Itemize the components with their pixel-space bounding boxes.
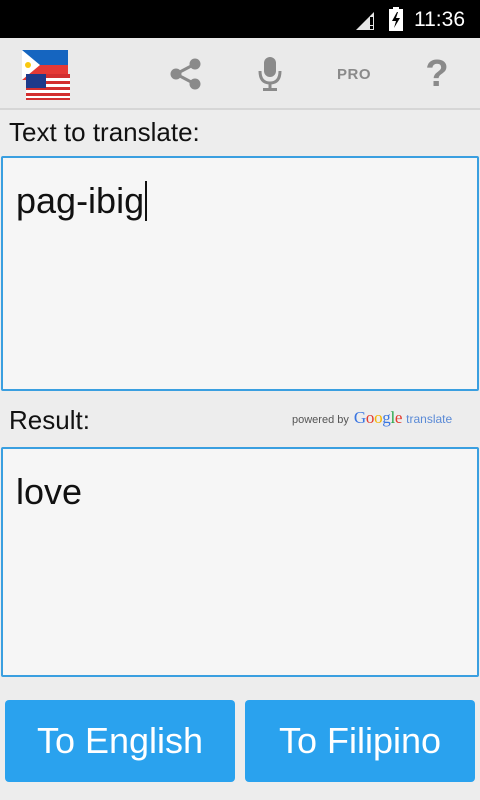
powered-by-text: powered by (292, 414, 349, 426)
share-button[interactable] (160, 46, 212, 102)
source-text-wrap: pag-ibig (16, 180, 148, 222)
help-button[interactable]: ? (414, 46, 460, 102)
signal-icon (356, 12, 374, 30)
translate-text: translate (406, 412, 453, 426)
result-text: love (16, 471, 83, 512)
result-label: Result: (9, 405, 90, 435)
microphone-icon (258, 57, 282, 91)
share-icon (170, 58, 201, 90)
result-text-output[interactable]: love (1, 447, 479, 677)
to-english-button[interactable]: To English (5, 700, 235, 782)
battery-charging-icon (389, 7, 403, 31)
source-label: Text to translate: (9, 117, 200, 147)
source-text: pag-ibig (16, 180, 145, 221)
action-bar: PRO ? (0, 38, 480, 110)
pro-button[interactable]: PRO (326, 46, 382, 102)
powered-by-google-translate: powered by Google translate (292, 408, 452, 430)
google-logo: Google (353, 408, 403, 427)
status-time: 11:36 (414, 8, 465, 31)
source-text-input[interactable]: pag-ibig (1, 156, 479, 391)
text-cursor (145, 181, 148, 221)
flags-ph-us-icon[interactable] (16, 48, 72, 102)
status-bar: 11:36 (0, 0, 480, 38)
to-filipino-button[interactable]: To Filipino (245, 700, 475, 782)
voice-input-button[interactable] (246, 46, 294, 102)
